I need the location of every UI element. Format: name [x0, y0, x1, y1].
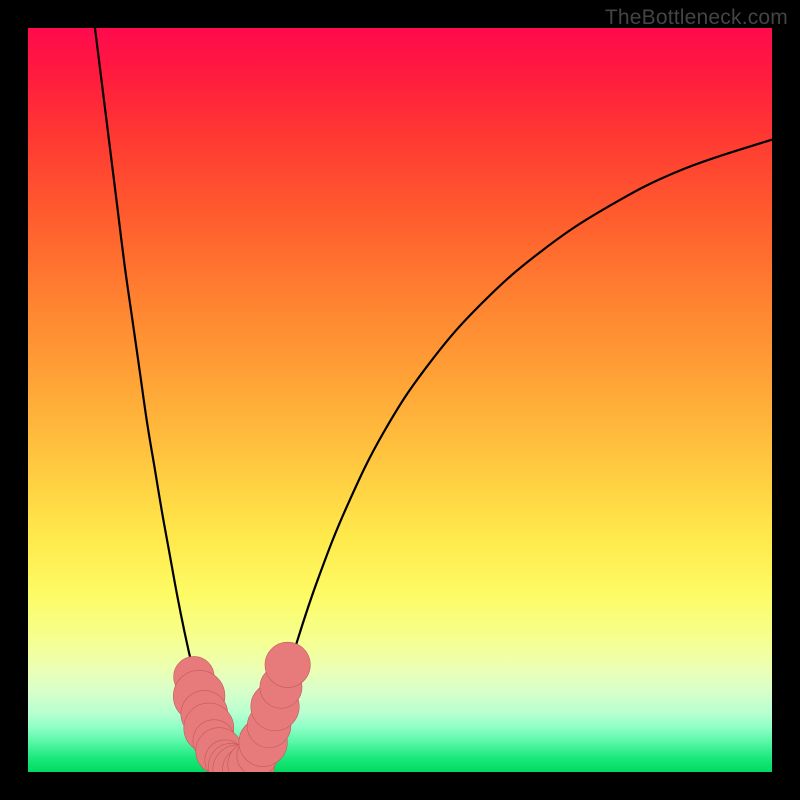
outer-frame: TheBottleneck.com: [0, 0, 800, 800]
curve-dots: [28, 28, 772, 772]
curve-dot: [265, 642, 310, 687]
watermark-text: TheBottleneck.com: [605, 6, 788, 30]
plot-area: [28, 28, 772, 772]
